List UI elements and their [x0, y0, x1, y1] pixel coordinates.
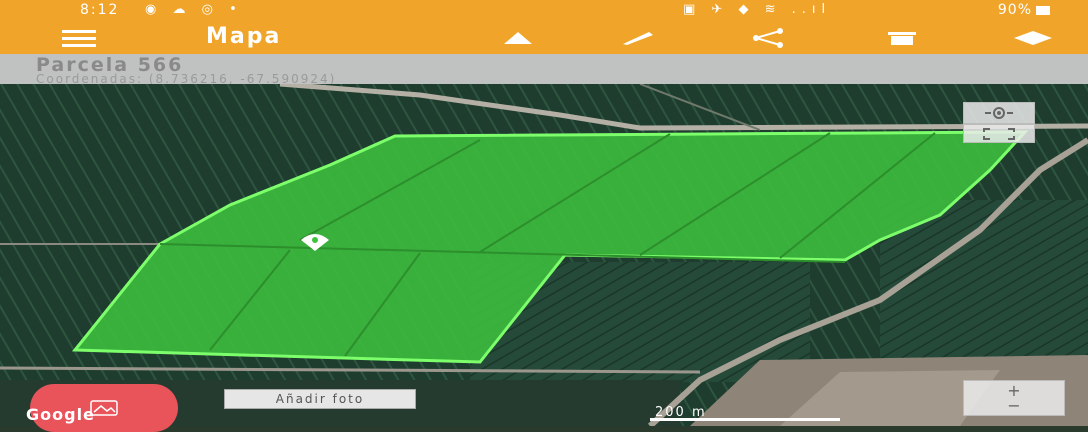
status-time: 8:12	[80, 2, 120, 18]
menu-icon[interactable]	[62, 30, 96, 47]
layers-icon[interactable]	[1008, 22, 1058, 54]
location-pin-icon[interactable]	[298, 232, 332, 256]
app-toolbar: Mapa	[0, 22, 1088, 54]
map-scale-bar	[650, 418, 840, 421]
navigate-up-icon[interactable]	[498, 22, 538, 54]
satellite-map[interactable]	[0, 81, 1088, 429]
zoom-out-button[interactable]: −	[1007, 398, 1020, 414]
zoom-controls: + −	[963, 380, 1065, 416]
status-bar: 8:12 ◉ ☁ ◎ • ▣ ✈ ◆ ≋ ..ıl 90%	[0, 0, 1088, 22]
status-icons-right: ▣ ✈ ◆ ≋ ..ıl	[683, 2, 832, 17]
battery-level: 90%	[997, 2, 1032, 18]
add-photo-button[interactable]: Añadir foto	[224, 389, 416, 409]
delete-icon[interactable]	[882, 22, 922, 54]
parcel-info-panel: Parcela 566 Coordenadas: (8.736216, -67.…	[0, 54, 1088, 86]
google-attribution: Google	[26, 405, 95, 424]
pencil-icon[interactable]	[618, 22, 658, 54]
my-location-icon	[985, 107, 1013, 119]
fullscreen-button[interactable]	[963, 124, 1035, 143]
map-canvas[interactable]	[0, 81, 1088, 429]
status-icons-left: ◉ ☁ ◎ •	[145, 2, 243, 17]
share-icon[interactable]	[748, 22, 788, 54]
page-title: Mapa	[206, 24, 282, 49]
battery-icon	[1036, 6, 1050, 15]
fullscreen-icon	[983, 127, 1015, 140]
my-location-button[interactable]	[963, 102, 1035, 124]
